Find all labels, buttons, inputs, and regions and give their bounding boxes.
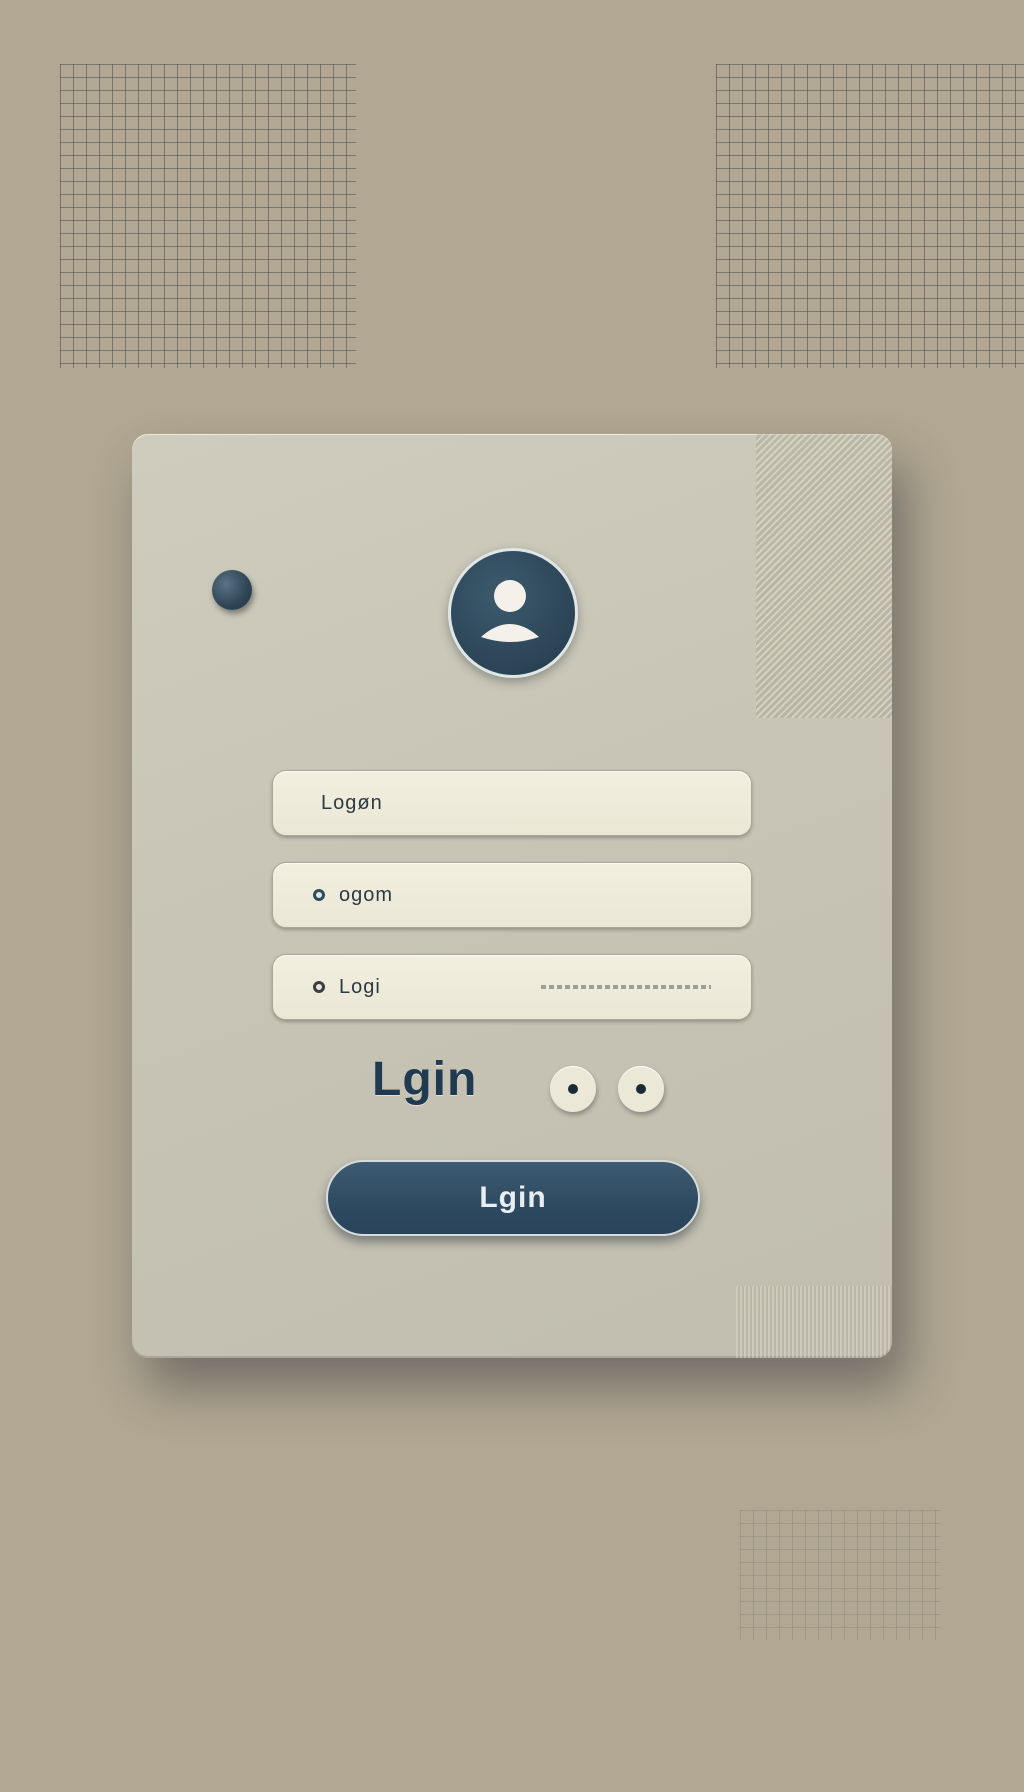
- status-dot: [212, 570, 252, 610]
- login-field-value: Logøn: [321, 792, 383, 814]
- hatch-decoration: [756, 434, 892, 718]
- login-card: Logøn ogom Logi Lgin Lgin: [132, 434, 892, 1358]
- dot-toggle-2[interactable]: [618, 1066, 664, 1112]
- password-field[interactable]: Logi: [272, 954, 752, 1020]
- login-button[interactable]: Lgin: [326, 1160, 700, 1236]
- password-dots: [541, 985, 711, 989]
- username-field[interactable]: ogom: [272, 862, 752, 928]
- page-title: Lgin: [372, 1053, 478, 1106]
- grid-decoration-right: [716, 64, 1024, 368]
- hatch-decoration-bottom: [736, 1286, 892, 1358]
- grid-decoration-bottom: [740, 1510, 940, 1640]
- radio-icon: [313, 981, 325, 993]
- username-field-value: ogom: [339, 884, 394, 906]
- password-field-value: Logi: [339, 976, 381, 998]
- grid-decoration-left: [60, 64, 356, 368]
- dot-toggle-1[interactable]: [550, 1066, 596, 1112]
- user-icon: [481, 580, 539, 642]
- login-field[interactable]: Logøn: [272, 770, 752, 836]
- avatar: [448, 548, 578, 678]
- radio-icon: [313, 889, 325, 901]
